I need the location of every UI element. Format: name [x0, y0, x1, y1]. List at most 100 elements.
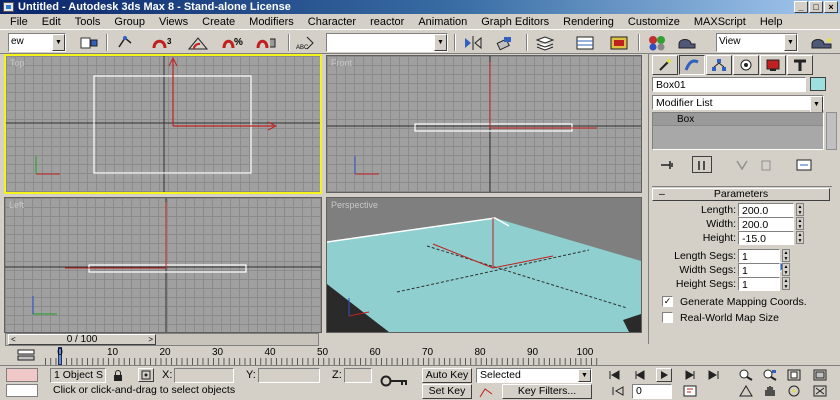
current-frame-field[interactable]: 0 — [632, 384, 672, 399]
menu-help[interactable]: Help — [753, 14, 790, 29]
align-icon[interactable] — [494, 33, 516, 52]
quick-render-icon[interactable] — [808, 33, 836, 52]
key-mode-dropdown[interactable]: Selected ▼ — [476, 368, 592, 383]
time-configuration-icon[interactable] — [682, 384, 698, 398]
width-spinner[interactable]: ▲ ▼ — [796, 217, 804, 230]
pan-hand-icon[interactable] — [762, 384, 778, 398]
object-name-field[interactable]: Box01 — [652, 77, 806, 92]
zoom-all-icon[interactable] — [762, 368, 778, 382]
set-key-mode-icon[interactable] — [378, 372, 412, 390]
length-segs-input[interactable]: 1 — [738, 249, 780, 263]
configure-modifier-sets-icon[interactable] — [794, 156, 814, 173]
real-world-map-size-checkbox[interactable] — [662, 312, 673, 323]
absolute-mode-transform-icon[interactable] — [138, 368, 154, 382]
y-coord-field[interactable] — [258, 368, 320, 383]
motion-tab-icon[interactable] — [733, 55, 759, 75]
snaps-toggle-icon[interactable]: 3 — [150, 33, 178, 52]
close-button[interactable]: × — [824, 1, 838, 13]
track-bar[interactable]: 0 10 20 30 40 50 60 70 80 90 100 — [45, 347, 600, 365]
modifier-list-dropdown[interactable]: Modifier List ▼ — [652, 95, 824, 113]
viewport-front[interactable]: Front — [326, 55, 642, 193]
key-filters-button[interactable]: Key Filters... — [502, 384, 592, 399]
width-segs-spinner[interactable]: ▲ ▼ — [782, 263, 790, 276]
percent-snap-icon[interactable]: % — [220, 33, 248, 52]
menu-file[interactable]: File — [3, 14, 35, 29]
select-by-name-icon[interactable] — [78, 33, 100, 52]
next-frame-icon[interactable] — [682, 368, 698, 382]
set-key-button[interactable]: Set Key — [422, 384, 472, 399]
modify-tab-icon[interactable] — [679, 55, 705, 75]
create-tab-icon[interactable] — [652, 55, 678, 75]
menu-views[interactable]: Views — [152, 14, 195, 29]
height-input[interactable]: -15.0 — [738, 231, 794, 245]
named-selection-dropdown[interactable]: ▼ — [326, 33, 448, 52]
select-and-move-icon[interactable] — [114, 33, 136, 52]
make-unique-icon[interactable] — [732, 156, 752, 173]
mirror-icon[interactable] — [462, 33, 484, 52]
reference-coord-dropdown[interactable]: View ▼ — [716, 33, 798, 52]
previous-frame-icon[interactable] — [632, 368, 648, 382]
maximize-button[interactable]: □ — [809, 1, 823, 13]
material-editor-icon[interactable] — [646, 33, 668, 52]
rollout-header[interactable]: – Parameters — [652, 188, 830, 201]
x-coord-field[interactable] — [174, 368, 234, 383]
schematic-view-icon[interactable] — [608, 33, 630, 52]
time-slider-thumb[interactable]: < 0 / 100 > — [8, 334, 156, 345]
spinner-snap-icon[interactable] — [254, 33, 282, 52]
menu-character[interactable]: Character — [301, 14, 363, 29]
viewport-top[interactable]: Top — [4, 54, 322, 194]
menu-group[interactable]: Group — [107, 14, 152, 29]
arc-rotate-icon[interactable] — [786, 384, 802, 398]
maximize-viewport-icon[interactable] — [812, 384, 828, 398]
utilities-tab-icon[interactable] — [787, 55, 813, 75]
edit-named-selection-icon[interactable]: ABC — [294, 33, 316, 52]
go-to-start-icon[interactable] — [606, 368, 622, 382]
maxscript-output-box[interactable] — [6, 384, 38, 397]
stack-item-box[interactable]: Box — [653, 113, 823, 126]
display-tab-icon[interactable] — [760, 55, 786, 75]
angle-snap-icon[interactable] — [184, 33, 212, 52]
menu-rendering[interactable]: Rendering — [556, 14, 621, 29]
hierarchy-tab-icon[interactable] — [706, 55, 732, 75]
field-of-view-icon[interactable] — [738, 384, 754, 398]
auto-key-button[interactable]: Auto Key — [422, 368, 472, 383]
selection-filter-dropdown[interactable]: ew ▼ — [8, 33, 66, 52]
render-scene-icon[interactable] — [676, 33, 698, 52]
time-slider[interactable]: < 0 / 100 > — [5, 333, 319, 346]
stack-scrollbar[interactable] — [826, 112, 837, 150]
viewport-perspective[interactable]: Perspective — [326, 197, 642, 333]
height-segs-input[interactable]: 1 — [738, 277, 780, 291]
default-in-out-tangents-icon[interactable] — [478, 385, 494, 399]
menu-edit[interactable]: Edit — [35, 14, 68, 29]
generate-mapping-checkbox[interactable]: ✓ — [662, 296, 673, 307]
viewport-left[interactable]: Left — [4, 197, 322, 333]
maxscript-listener-box[interactable] — [6, 368, 38, 382]
minimize-button[interactable]: _ — [794, 1, 808, 13]
zoom-extents-all-icon[interactable] — [812, 368, 828, 382]
menu-reactor[interactable]: reactor — [363, 14, 411, 29]
menu-tools[interactable]: Tools — [68, 14, 108, 29]
pin-stack-icon[interactable] — [658, 156, 678, 173]
zoom-extents-icon[interactable] — [786, 368, 802, 382]
menu-maxscript[interactable]: MAXScript — [687, 14, 753, 29]
width-segs-input[interactable]: 1 — [738, 263, 780, 277]
go-to-end-icon[interactable] — [706, 368, 722, 382]
menu-graph-editors[interactable]: Graph Editors — [474, 14, 556, 29]
menu-modifiers[interactable]: Modifiers — [242, 14, 301, 29]
zoom-icon[interactable] — [738, 368, 754, 382]
mini-curve-editor-icon[interactable] — [16, 347, 36, 363]
height-spinner[interactable]: ▲ ▼ — [796, 231, 804, 244]
slider-left-arrow-icon[interactable]: < — [11, 335, 16, 345]
remove-modifier-icon[interactable] — [756, 156, 776, 173]
layer-manager-icon[interactable] — [534, 33, 556, 52]
slider-right-arrow-icon[interactable]: > — [148, 335, 153, 345]
length-spinner[interactable]: ▲ ▼ — [796, 203, 804, 216]
menu-create[interactable]: Create — [195, 14, 242, 29]
length-input[interactable]: 200.0 — [738, 203, 794, 217]
height-segs-spinner[interactable]: ▲ ▼ — [782, 277, 790, 290]
lock-selection-icon[interactable] — [110, 369, 126, 383]
show-end-result-icon[interactable] — [692, 156, 712, 173]
key-mode-toggle-icon[interactable] — [610, 384, 626, 398]
z-coord-field[interactable] — [344, 368, 372, 383]
width-input[interactable]: 200.0 — [738, 217, 794, 231]
